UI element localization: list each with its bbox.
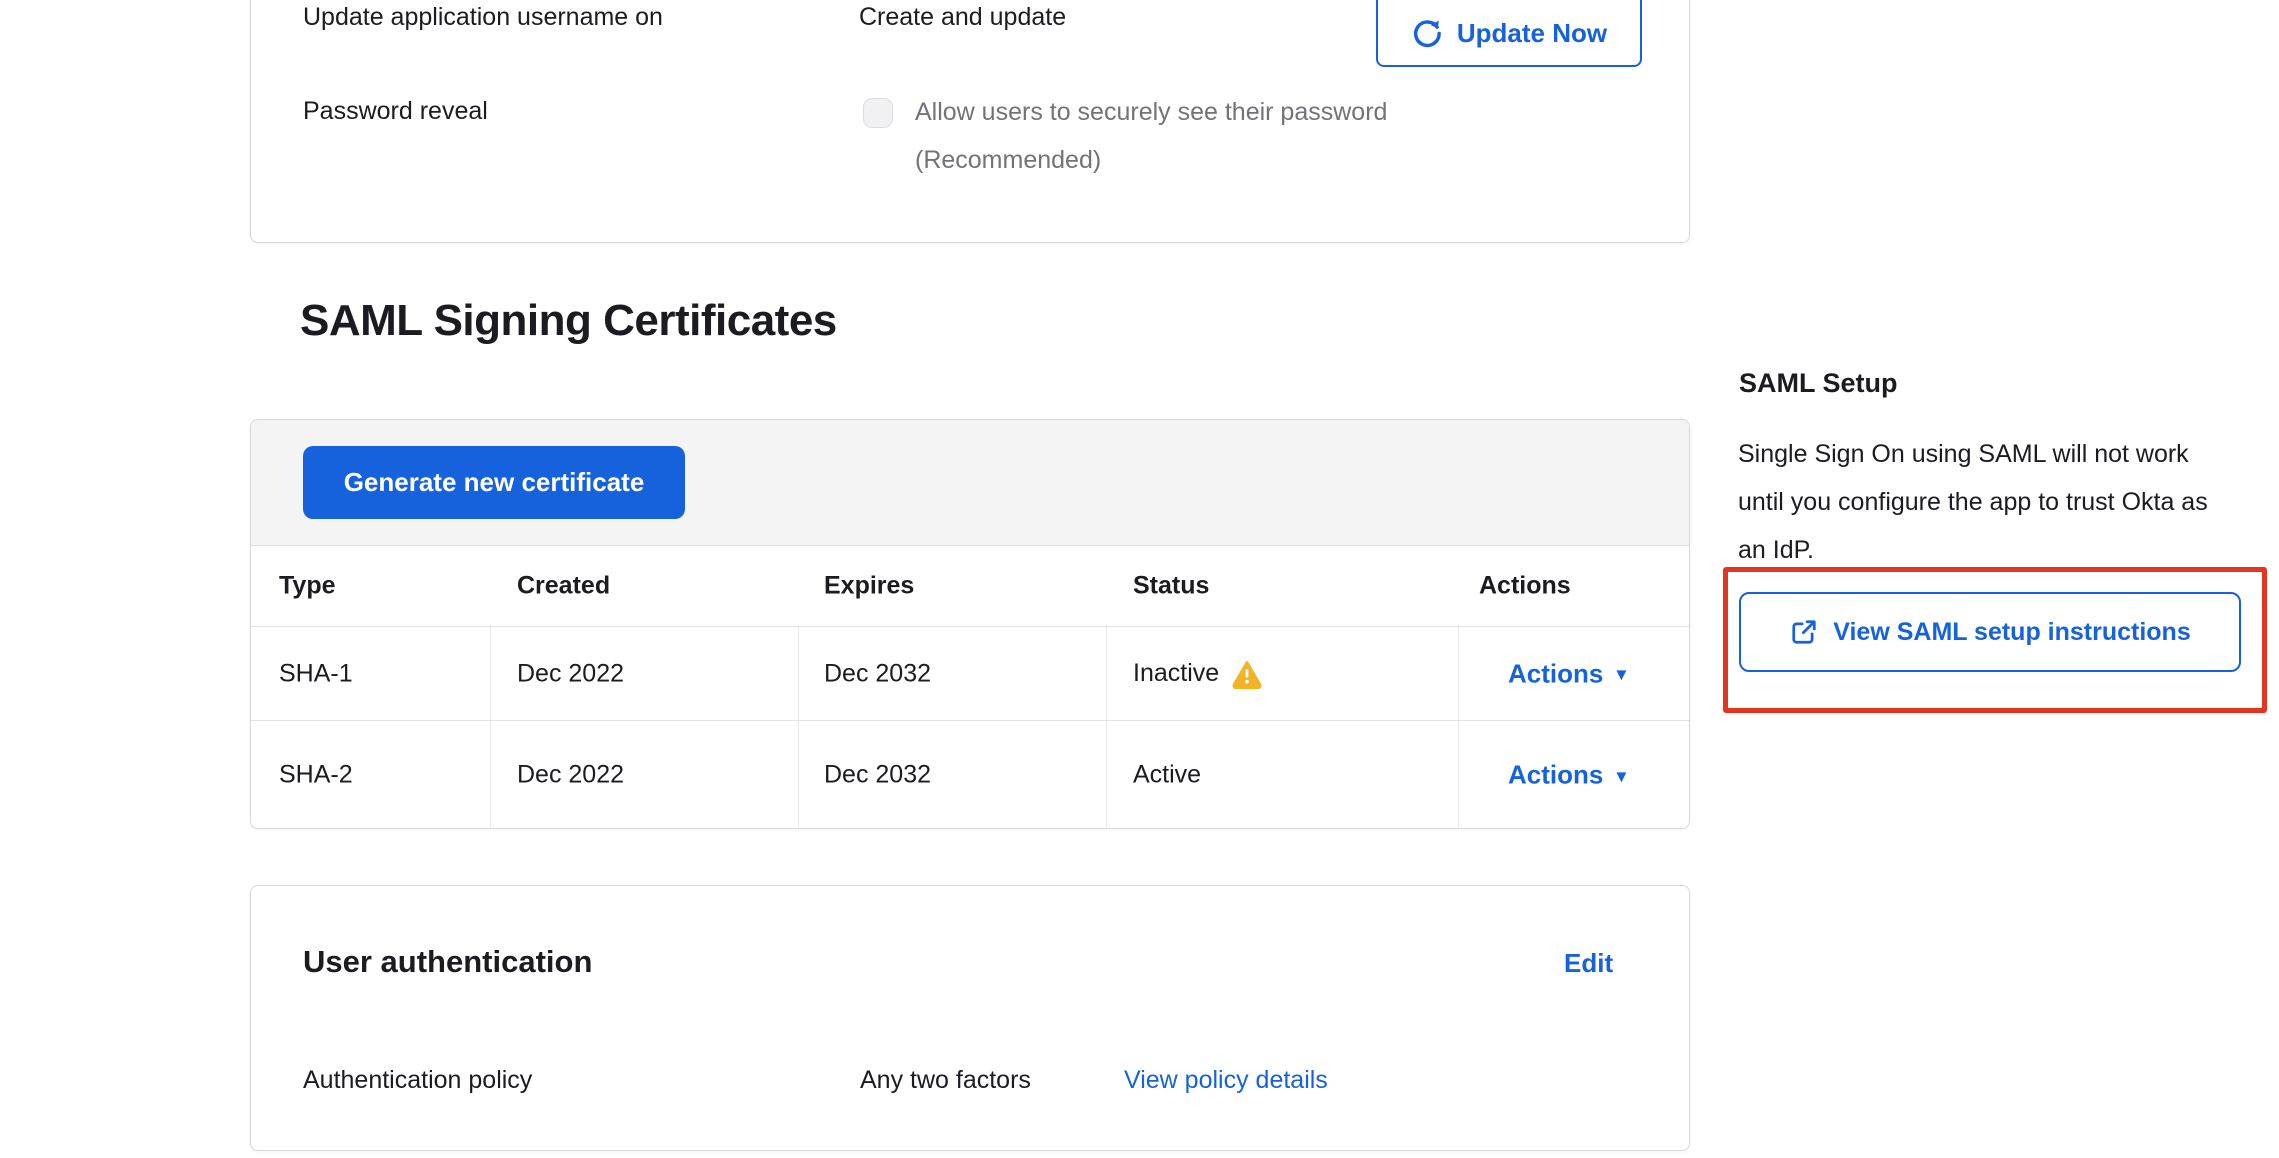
actions-dropdown-sha1[interactable]: Actions ▾ <box>1508 658 1626 689</box>
user-authentication-title: User authentication <box>303 944 592 980</box>
cert-type-cell: SHA-1 <box>279 659 353 688</box>
cert-status-cell: Inactive <box>1133 659 1262 689</box>
warning-icon <box>1232 659 1262 689</box>
cert-created-cell: Dec 2022 <box>517 761 624 790</box>
app-settings-card: Update application username on Create an… <box>250 0 1690 243</box>
view-saml-instructions-button[interactable]: View SAML setup instructions <box>1739 592 2241 672</box>
cert-created-cell: Dec 2022 <box>517 659 624 688</box>
column-header-expires: Expires <box>824 572 914 601</box>
generate-certificate-button[interactable]: Generate new certificate <box>303 446 685 519</box>
column-header-created: Created <box>517 572 610 601</box>
column-header-type: Type <box>279 572 336 601</box>
password-reveal-recommended-text: (Recommended) <box>915 146 1101 175</box>
cert-type-cell: SHA-2 <box>279 761 353 790</box>
view-policy-details-link[interactable]: View policy details <box>1124 1066 1328 1095</box>
cert-expires-cell: Dec 2032 <box>824 659 931 688</box>
password-reveal-checkbox[interactable] <box>863 98 893 128</box>
cert-expires-cell: Dec 2032 <box>824 761 931 790</box>
column-header-actions: Actions <box>1479 572 1571 601</box>
saml-certificates-card: Generate new certificate Type Created Ex… <box>250 419 1690 829</box>
status-text: Inactive <box>1133 659 1219 688</box>
status-text: Active <box>1133 761 1201 790</box>
refresh-icon <box>1411 17 1443 49</box>
page-title: SAML Signing Certificates <box>300 296 837 346</box>
authentication-policy-value: Any two factors <box>860 1066 1031 1095</box>
cert-status-cell: Active <box>1133 761 1201 790</box>
view-saml-instructions-label: View SAML setup instructions <box>1833 618 2190 647</box>
password-reveal-checkbox-text: Allow users to securely see their passwo… <box>915 98 1387 127</box>
certificates-table-header: Type Created Expires Status Actions <box>251 546 1689 626</box>
update-now-button[interactable]: Update Now <box>1376 0 1642 67</box>
authentication-policy-label: Authentication policy <box>303 1066 532 1095</box>
page: Update application username on Create an… <box>0 0 2279 1158</box>
username-update-value: Create and update <box>859 3 1066 32</box>
table-row-sha1: SHA-1 Dec 2022 Dec 2032 Inactive Actions… <box>251 626 1689 720</box>
table-row-sha2: SHA-2 Dec 2022 Dec 2032 Active Actions ▾ <box>251 720 1689 829</box>
edit-link[interactable]: Edit <box>1564 948 1613 979</box>
external-link-icon <box>1789 617 1819 647</box>
column-header-status: Status <box>1133 572 1209 601</box>
user-authentication-card: User authentication Edit Authentication … <box>250 885 1690 1151</box>
password-reveal-label: Password reveal <box>303 97 488 126</box>
chevron-down-icon: ▾ <box>1616 665 1626 685</box>
certificates-card-header: Generate new certificate <box>251 420 1689 546</box>
chevron-down-icon: ▾ <box>1616 766 1626 786</box>
username-update-label: Update application username on <box>303 3 663 32</box>
saml-setup-description: Single Sign On using SAML will not work … <box>1738 430 2222 574</box>
saml-setup-title: SAML Setup <box>1739 368 1898 399</box>
update-now-label: Update Now <box>1457 18 1607 49</box>
actions-dropdown-sha2[interactable]: Actions ▾ <box>1508 760 1626 791</box>
